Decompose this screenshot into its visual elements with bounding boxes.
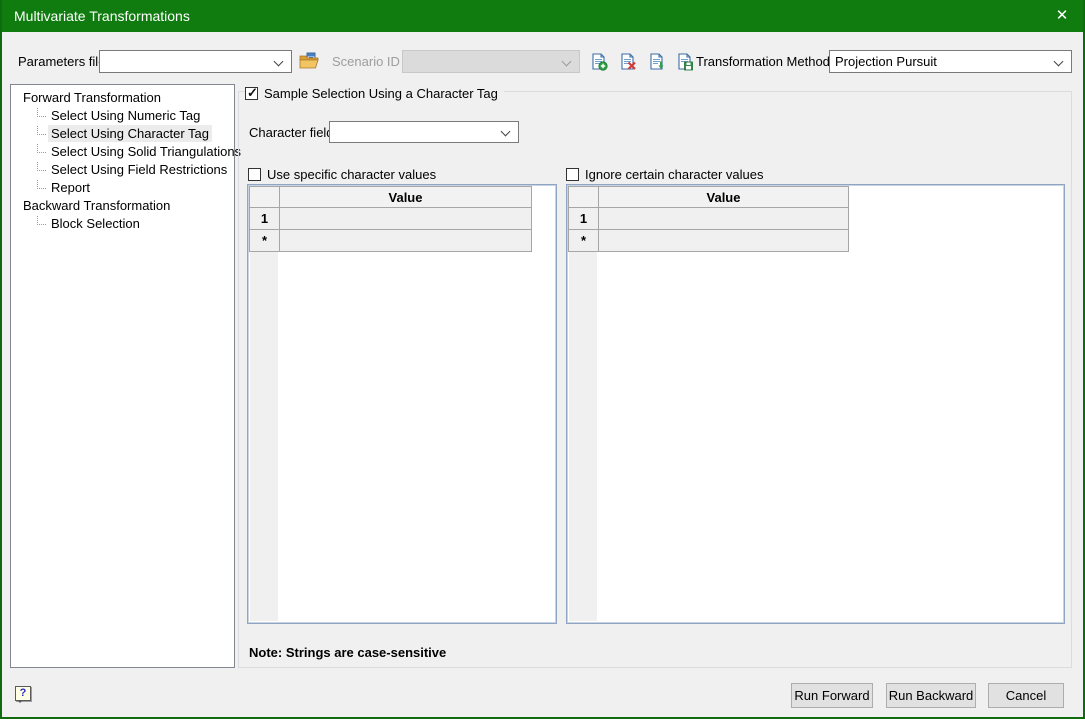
tree-item-label: Backward Transformation xyxy=(20,197,173,214)
value-cell[interactable] xyxy=(280,208,532,230)
close-icon: ✕ xyxy=(1056,7,1069,24)
row-header-cell[interactable]: * xyxy=(569,230,599,252)
use-specific-values-label: Use specific character values xyxy=(267,167,436,182)
chevron-down-icon xyxy=(274,57,284,67)
table-row: * xyxy=(569,230,849,252)
delete-scenario-button[interactable] xyxy=(619,53,637,71)
value-column-header[interactable]: Value xyxy=(599,187,849,208)
parameters-file-combobox[interactable] xyxy=(99,50,292,73)
tree-item-select-character-tag[interactable]: Select Using Character Tag xyxy=(11,124,234,142)
window-title: Multivariate Transformations xyxy=(14,0,190,32)
tree-item-label: Select Using Numeric Tag xyxy=(48,107,203,124)
chevron-down-icon xyxy=(1054,57,1064,67)
use-values-grid: Value 1 * xyxy=(249,186,532,252)
sample-selection-label: Sample Selection Using a Character Tag xyxy=(264,86,498,101)
table-row: 1 xyxy=(569,208,849,230)
table-row: * xyxy=(250,230,532,252)
run-forward-button[interactable]: Run Forward xyxy=(791,683,873,708)
ignore-values-checkbox[interactable]: Ignore certain character values xyxy=(566,166,769,182)
cancel-button[interactable]: Cancel xyxy=(988,683,1064,708)
document-down-icon xyxy=(648,53,666,71)
tree-item-block-selection[interactable]: Block Selection xyxy=(11,214,234,232)
tree-connector xyxy=(37,216,46,225)
tree-connector xyxy=(37,144,46,153)
tree-connector xyxy=(37,180,46,189)
close-button[interactable]: ✕ xyxy=(1039,0,1085,32)
checkbox-unchecked-icon xyxy=(248,168,261,181)
ignore-values-grid: Value 1 * xyxy=(568,186,849,252)
open-file-button[interactable] xyxy=(299,52,320,70)
open-folder-icon xyxy=(299,52,320,70)
transformation-method-label: Transformation Method xyxy=(696,54,830,70)
tree-item-select-field-restrictions[interactable]: Select Using Field Restrictions xyxy=(11,160,234,178)
tree-connector xyxy=(37,162,46,171)
value-cell[interactable] xyxy=(599,230,849,252)
table-row: 1 xyxy=(250,208,532,230)
ignore-values-label: Ignore certain character values xyxy=(585,167,763,182)
row-header-stripe xyxy=(569,187,597,621)
help-icon: ? xyxy=(20,687,27,699)
scenario-id-combobox xyxy=(402,50,580,73)
document-add-icon xyxy=(590,53,608,71)
tree-item-label: Forward Transformation xyxy=(20,89,164,106)
value-cell[interactable] xyxy=(599,208,849,230)
tree-item-label-selected: Select Using Character Tag xyxy=(48,125,212,142)
tree-item-report[interactable]: Report xyxy=(11,178,234,196)
checkbox-unchecked-icon xyxy=(566,168,579,181)
grid-corner-cell[interactable] xyxy=(250,187,280,208)
tree-item-label: Block Selection xyxy=(48,215,143,232)
help-button[interactable]: ? xyxy=(15,686,31,701)
tree-item-forward-transformation[interactable]: Forward Transformation xyxy=(11,88,234,106)
tree-connector xyxy=(37,108,46,117)
tree-connector xyxy=(37,126,46,135)
parameters-file-label: Parameters file xyxy=(18,54,105,70)
row-header-stripe xyxy=(250,187,278,621)
grid-corner-cell[interactable] xyxy=(569,187,599,208)
value-column-header[interactable]: Value xyxy=(280,187,532,208)
save-scenario-button[interactable] xyxy=(676,53,694,71)
tree-item-backward-transformation[interactable]: Backward Transformation xyxy=(11,196,234,214)
transformation-tree: Forward Transformation Select Using Nume… xyxy=(10,84,235,668)
run-backward-button[interactable]: Run Backward xyxy=(886,683,976,708)
title-bar: Multivariate Transformations ✕ xyxy=(0,0,1085,32)
ignore-values-panel: Value 1 * xyxy=(566,184,1065,624)
row-header-cell[interactable]: 1 xyxy=(569,208,599,230)
character-field-label: Character field xyxy=(249,125,334,141)
chevron-down-icon xyxy=(562,57,572,67)
tree-item-label: Select Using Solid Triangulations xyxy=(48,143,244,160)
use-values-panel: Value 1 * xyxy=(247,184,557,624)
checkbox-checked-icon: ✓ xyxy=(245,87,258,100)
tree-item-label: Report xyxy=(48,179,93,196)
tree-item-select-numeric-tag[interactable]: Select Using Numeric Tag xyxy=(11,106,234,124)
transformation-method-value: Projection Pursuit xyxy=(835,54,937,70)
tree-item-label: Select Using Field Restrictions xyxy=(48,161,230,178)
row-header-cell[interactable]: 1 xyxy=(250,208,280,230)
document-save-icon xyxy=(676,53,694,71)
character-field-combobox[interactable] xyxy=(329,121,519,143)
row-header-cell[interactable]: * xyxy=(250,230,280,252)
chevron-down-icon xyxy=(501,127,511,137)
dialog-window: Multivariate Transformations ✕ Parameter… xyxy=(0,0,1085,719)
load-scenario-button[interactable] xyxy=(648,53,666,71)
transformation-method-combobox[interactable]: Projection Pursuit xyxy=(829,50,1072,73)
document-delete-icon xyxy=(619,53,637,71)
value-cell[interactable] xyxy=(280,230,532,252)
tree-item-select-solid-triangulations[interactable]: Select Using Solid Triangulations xyxy=(11,142,234,160)
case-sensitive-note: Note: Strings are case-sensitive xyxy=(249,645,446,660)
sample-selection-checkbox[interactable]: ✓ Sample Selection Using a Character Tag xyxy=(245,85,504,101)
scenario-id-label: Scenario ID xyxy=(332,54,400,70)
use-specific-values-checkbox[interactable]: Use specific character values xyxy=(248,166,442,182)
add-scenario-button[interactable] xyxy=(590,53,608,71)
